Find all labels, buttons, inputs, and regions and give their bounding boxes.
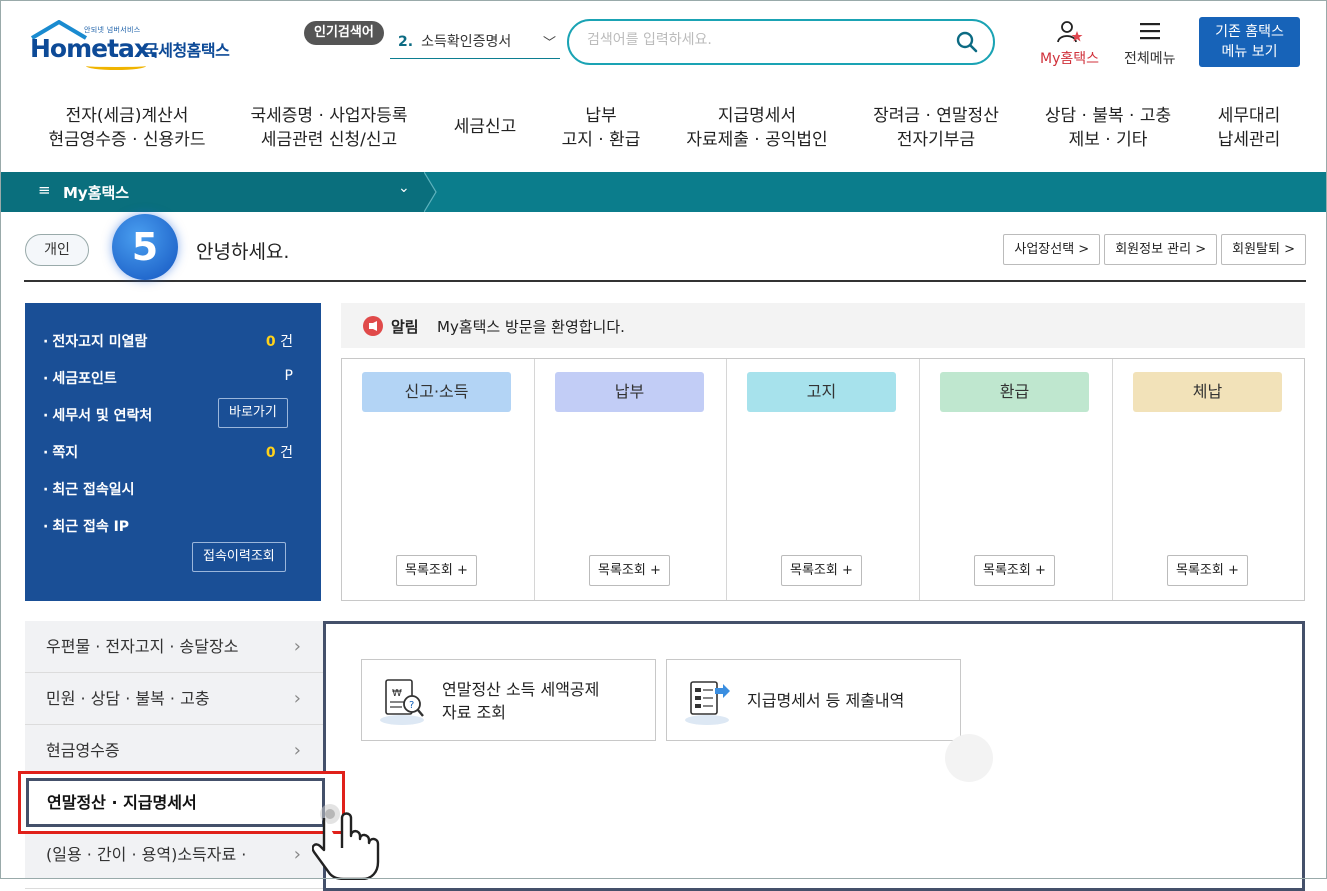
global-nav: 전자(세금)계산서 현금영수증 · 신용카드 국세증명 · 사업자등록 세금관련 신… (0, 104, 1327, 158)
year-end-deduction-card[interactable]: ₩ ? 연말정산 소득 세액공제 자료 조회 (361, 659, 656, 741)
left-menu-item-income-data[interactable]: (일용 · 간이 · 용역)소득자료 · › (25, 829, 323, 889)
list-view-button[interactable]: 목록조회 + (589, 555, 670, 586)
chevron-right-icon: › (293, 688, 301, 709)
hand-pointer-icon (312, 804, 380, 880)
category-column: 체납 목록조회 + (1112, 359, 1305, 600)
member-info-button[interactable]: 회원정보 관리 > (1104, 234, 1218, 265)
lnb-label: My홈택스 (63, 184, 130, 202)
popular-search-dropdown[interactable]: 2. 소득확인증명서 ﹀ (390, 30, 560, 59)
search-input[interactable] (587, 32, 947, 48)
message-label: 쪽지 (43, 442, 78, 462)
location-bar: ≡ My홈택스 ⌄ (0, 172, 1327, 212)
hamburger-menu-icon (1139, 23, 1160, 40)
popular-rank: 2. (398, 34, 414, 50)
unread-notice-count[interactable]: 0 건 (266, 331, 293, 351)
category-column: 납부 목록조회 + (534, 359, 727, 600)
greeting-text: 안녕하세요. (196, 241, 290, 263)
user-type-badge: 개인 (25, 234, 89, 266)
payment-statement-history-card[interactable]: 지급명세서 등 제출내역 (666, 659, 961, 741)
popular-search-badge: 인기검색어 (304, 21, 384, 45)
list-view-button[interactable]: 목록조회 + (1167, 555, 1248, 586)
logo-korean: 국세청홈택스 (144, 41, 230, 60)
step-number-badge: 5 (112, 214, 178, 280)
category-column: 환급 목록조회 + (919, 359, 1112, 600)
list-view-button[interactable]: 목록조회 + (396, 555, 477, 586)
left-menu-item-cash-receipt[interactable]: 현금영수증 › (25, 725, 323, 777)
highlight-box: 연말정산 · 지급명세서 (18, 771, 345, 834)
card-title-line2: 자료 조회 (442, 703, 506, 722)
my-hometax-label: My홈택스 (1040, 51, 1100, 67)
classic-line1: 기존 홈택스 (1215, 24, 1284, 40)
category-board: 신고·소득 목록조회 + 납부 목록조회 + 고지 목록조회 + 환급 목록조회… (341, 358, 1305, 601)
unread-notice-label: 전자고지 미열람 (43, 331, 147, 351)
gnb-item-einvoice[interactable]: 전자(세금)계산서 현금영수증 · 신용카드 (47, 104, 207, 152)
all-menu-button[interactable]: 전체메뉴 (1124, 20, 1176, 68)
left-menu-item-year-end-active[interactable]: 연말정산 · 지급명세서 (26, 778, 325, 827)
notice-bar: 알림 My홈택스 방문을 환영합니다. (341, 303, 1305, 348)
gnb-item-payment-statement[interactable]: 지급명세서 자료제출 · 공익법인 (684, 104, 830, 152)
left-menu: 우편물 · 전자고지 · 송달장소 › 민원 · 상담 · 불복 · 고충 › 현금… (25, 621, 323, 889)
chevron-right-icon: › (293, 740, 301, 761)
search-icon[interactable] (955, 30, 979, 54)
last-login-label: 최근 접속일시 (43, 479, 134, 499)
gnb-item-payment[interactable]: 납부 고지 · 환급 (558, 104, 644, 152)
chevron-down-icon: ⌄ (398, 180, 410, 196)
document-search-icon: ₩ ? (380, 679, 424, 725)
logo-brand: Hometax. (30, 34, 159, 63)
notice-text: My홈택스 방문을 환영합니다. (437, 318, 625, 336)
gnb-item-certificate[interactable]: 국세증명 · 사업자등록 세금관련 신청/신고 (248, 104, 410, 152)
svg-text:₩: ₩ (392, 688, 402, 699)
category-chip-notice[interactable]: 고지 (747, 372, 896, 412)
category-chip-payment[interactable]: 납부 (555, 372, 704, 412)
gnb-item-tax-return[interactable]: 세금신고 (450, 115, 520, 139)
account-buttons: 사업장선택 > 회원정보 관리 > 회원탈퇴 > (999, 234, 1306, 265)
select-business-button[interactable]: 사업장선택 > (1003, 234, 1101, 265)
category-chip-refund[interactable]: 환급 (940, 372, 1089, 412)
list-icon: ≡ (38, 181, 51, 199)
gnb-item-agent[interactable]: 세무대리 납세관리 (1212, 104, 1286, 152)
tax-point-value: P (284, 368, 293, 384)
megaphone-icon (363, 316, 383, 336)
gnb-item-year-end[interactable]: 장려금 · 연말정산 전자기부금 (870, 104, 1002, 152)
list-view-button[interactable]: 목록조회 + (974, 555, 1055, 586)
logo-swoosh (86, 62, 146, 70)
header: 안되넷 넘버서비스 Hometax. 국세청홈택스 인기검색어 2. 소득확인증명… (0, 0, 1327, 172)
classic-hometax-button[interactable]: 기존 홈택스 메뉴 보기 (1199, 17, 1300, 67)
user-info-panel: 전자고지 미열람 0 건 세금포인트 P 세무서 및 연락처 바로가기 쪽지 0… (25, 303, 321, 601)
greeting-bar: 개인 5 안녕하세요. 사업장선택 > 회원정보 관리 > 회원탈퇴 > (24, 214, 1306, 282)
lnb-my-hometax[interactable]: ≡ My홈택스 ⌄ (0, 172, 424, 212)
list-view-button[interactable]: 목록조회 + (781, 555, 862, 586)
popular-term: 소득확인증명서 (421, 34, 512, 50)
last-ip-label: 최근 접속 IP (43, 516, 129, 536)
category-column: 고지 목록조회 + (726, 359, 919, 600)
login-history-button[interactable]: 접속이력조회 (192, 542, 286, 572)
svg-text:?: ? (409, 700, 414, 711)
notice-label: 알림 (391, 318, 419, 336)
go-tax-office-button[interactable]: 바로가기 (218, 398, 288, 428)
search-box (567, 19, 995, 65)
chevron-right-icon: › (293, 844, 301, 865)
decorative-circle (945, 734, 993, 782)
category-chip-arrears[interactable]: 체납 (1133, 372, 1282, 412)
classic-line2: 메뉴 보기 (1221, 44, 1278, 60)
tax-point-label: 세금포인트 (43, 368, 116, 388)
user-star-icon (1056, 21, 1082, 43)
breadcrumb-separator-icon (424, 172, 437, 212)
document-export-icon (685, 681, 730, 725)
category-column: 신고·소득 목록조회 + (342, 359, 535, 600)
gnb-item-consult[interactable]: 상담 · 불복 · 고충 제보 · 기타 (1041, 104, 1175, 152)
withdraw-button[interactable]: 회원탈퇴 > (1221, 234, 1306, 265)
all-menu-label: 전체메뉴 (1124, 51, 1176, 67)
hometax-logo[interactable]: 안되넷 넘버서비스 Hometax. 국세청홈택스 (28, 18, 243, 70)
left-menu-item-civil[interactable]: 민원 · 상담 · 불복 · 고충 › (25, 673, 323, 725)
chevron-right-icon: › (293, 636, 301, 657)
card-title: 지급명세서 등 제출내역 (747, 691, 905, 710)
tax-office-label: 세무서 및 연락처 (43, 405, 152, 425)
my-hometax-button[interactable]: My홈택스 (1040, 20, 1099, 68)
chevron-down-icon: ﹀ (542, 36, 556, 51)
message-count[interactable]: 0 건 (266, 442, 293, 462)
card-title-line1: 연말정산 소득 세액공제 (442, 680, 600, 699)
category-chip-report[interactable]: 신고·소득 (362, 372, 511, 412)
left-menu-item-mail[interactable]: 우편물 · 전자고지 · 송달장소 › (25, 621, 323, 673)
